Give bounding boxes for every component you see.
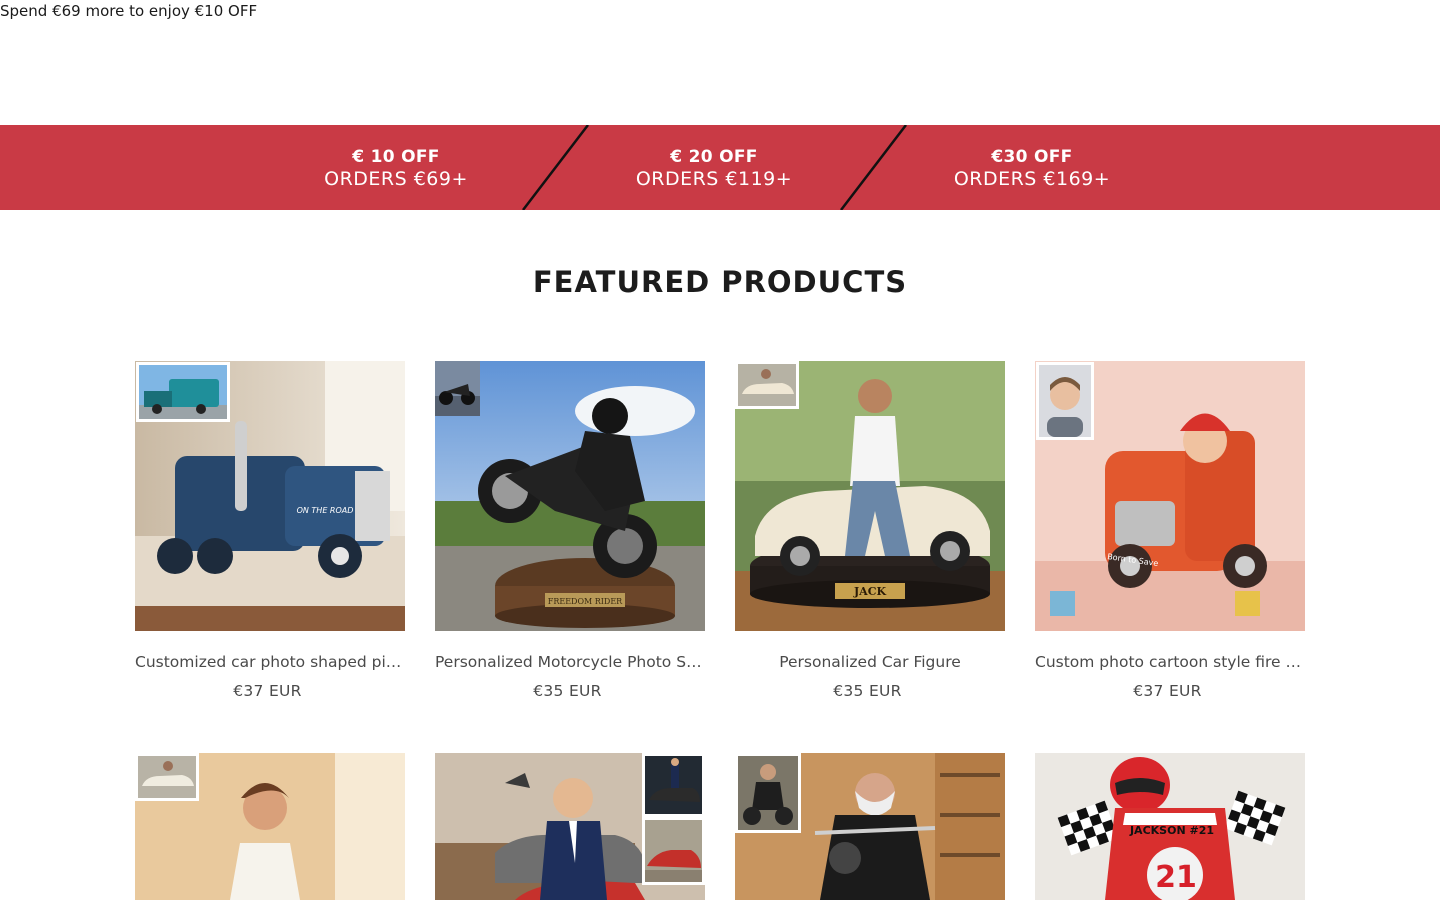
tier-minimum: ORDERS €69+ xyxy=(324,168,468,190)
tier-amount: €30 OFF xyxy=(991,147,1073,167)
product-title[interactable]: Personalized Car Figure xyxy=(735,652,1005,672)
product-image[interactable] xyxy=(135,753,405,900)
customer-photo-inset xyxy=(1036,362,1094,440)
tier-minimum: ORDERS €119+ xyxy=(635,168,793,190)
announcement-bar-text: Spend €69 more to enjoy €10 OFF xyxy=(0,2,258,20)
product-image[interactable]: JACK xyxy=(735,361,1005,631)
product-image[interactable]: JACKSON #21 21 xyxy=(1035,753,1305,900)
product-card[interactable]: Born to Save Custom photo cartoon style … xyxy=(1035,361,1305,701)
customer-photo-inset xyxy=(642,817,705,885)
customer-photo-inset xyxy=(435,361,480,416)
customer-photo-inset xyxy=(135,753,199,801)
product-card[interactable] xyxy=(135,753,405,900)
product-title[interactable]: Customized car photo shaped pill… xyxy=(135,652,405,672)
discount-tier-2: € 20 OFF ORDERS €119+ xyxy=(564,147,864,191)
customer-photo-inset xyxy=(642,753,705,817)
product-card[interactable]: JACK Personalized Car Figure €35 EUR xyxy=(735,361,1005,701)
tier-amount: € 10 OFF xyxy=(352,147,440,167)
featured-products-heading: FEATURED PRODUCTS xyxy=(532,265,908,299)
product-price: €37 EUR xyxy=(1133,682,1202,700)
product-title[interactable]: Custom photo cartoon style fire tr… xyxy=(1035,652,1305,672)
tier-minimum: ORDERS €169+ xyxy=(953,168,1111,190)
discount-tier-banner: € 10 OFF ORDERS €69+ € 20 OFF ORDERS €11… xyxy=(0,125,1440,210)
product-image[interactable]: Born to Save xyxy=(1035,361,1305,631)
truck-label: ON THE ROAD xyxy=(297,506,354,515)
product-price: €37 EUR xyxy=(233,682,302,700)
product-card[interactable]: FREEDOM RIDER Personalized Motorcycle Ph… xyxy=(435,361,705,701)
product-card[interactable] xyxy=(735,753,1005,900)
customer-photo-inset xyxy=(136,362,230,422)
product-image[interactable]: FREEDOM RIDER xyxy=(435,361,705,631)
car-plaque-label: JACK xyxy=(853,585,886,598)
tier-amount: € 20 OFF xyxy=(670,147,758,167)
product-card[interactable]: JACKSON #21 21 xyxy=(1035,753,1305,900)
product-image[interactable]: ON THE ROAD xyxy=(135,361,405,631)
moto-plaque-label: FREEDOM RIDER xyxy=(548,597,623,606)
race-suit-number: 21 xyxy=(1155,860,1197,895)
product-image[interactable] xyxy=(735,753,1005,900)
customer-photo-inset xyxy=(735,361,799,409)
customer-photo-inset xyxy=(735,753,801,833)
product-price: €35 EUR xyxy=(533,682,602,700)
product-title[interactable]: Personalized Motorcycle Photo Sc… xyxy=(435,652,705,672)
product-price: €35 EUR xyxy=(833,682,902,700)
discount-tier-1: € 10 OFF ORDERS €69+ xyxy=(246,147,546,191)
product-image[interactable] xyxy=(435,753,705,900)
race-suit-name: JACKSON #21 xyxy=(1129,824,1214,837)
discount-tier-3: €30 OFF ORDERS €169+ xyxy=(882,147,1182,191)
product-card[interactable] xyxy=(435,753,705,900)
product-card[interactable]: ON THE ROAD Customized car photo shaped … xyxy=(135,361,405,701)
